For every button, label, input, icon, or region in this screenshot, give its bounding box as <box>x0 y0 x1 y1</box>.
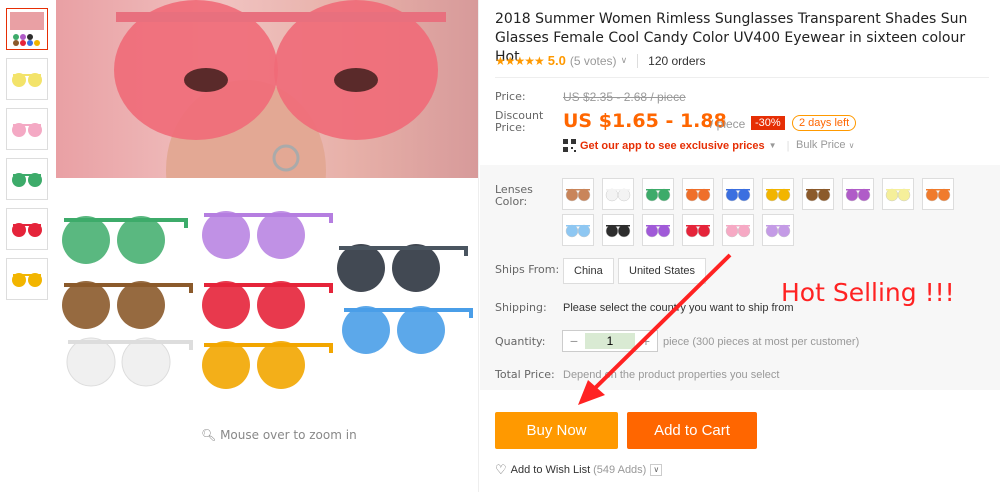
sunglasses-icon <box>885 188 911 202</box>
sunglasses-icon <box>765 188 791 202</box>
sunglasses-icon <box>725 224 751 238</box>
bulk-price-text[interactable]: Bulk Price <box>796 139 846 151</box>
sunglasses-orange-icon <box>12 273 42 287</box>
main-product-image[interactable]: 🔍︎ Mouse over to zoom in <box>56 0 478 450</box>
color-swatch-4[interactable] <box>682 178 714 210</box>
rating-row: ★★★★★ 5.0 (5 votes) ∨ 120 orders <box>495 53 706 68</box>
color-swatch-6[interactable] <box>762 178 794 210</box>
add-to-wish-list-link[interactable]: Add to Wish List <box>511 464 590 476</box>
color-swatch-16[interactable] <box>762 214 794 246</box>
thumbnail-5[interactable] <box>6 208 48 250</box>
magnifier-icon: 🔍︎ <box>201 428 217 442</box>
caret-down-icon: ▼ <box>768 141 777 150</box>
rating-score: 5.0 <box>547 53 566 68</box>
ships-from-label: Ships From: <box>495 263 560 276</box>
sunglasses-collage <box>62 211 473 389</box>
sunglasses-icon <box>605 188 631 202</box>
thumbnail-2[interactable] <box>6 58 48 100</box>
star-rating-icon: ★★★★★ <box>495 53 545 68</box>
zoom-hint-text: Mouse over to zoom in <box>220 428 357 442</box>
days-left-badge: 2 days left <box>792 115 857 131</box>
thumbnail-list <box>6 8 50 308</box>
thumbnail-4[interactable] <box>6 158 48 200</box>
color-swatch-15[interactable] <box>722 214 754 246</box>
wish-list[interactable]: ♡ Add to Wish List (549 Adds) ∨ <box>495 462 663 478</box>
chevron-down-icon[interactable]: ∨ <box>650 464 663 476</box>
color-swatch-list <box>562 178 982 246</box>
color-swatch-1[interactable] <box>562 178 594 210</box>
lenses-color-label: Lenses Color: <box>495 183 533 208</box>
sunglasses-icon <box>605 224 631 238</box>
discount-price: US $1.65 - 1.88 <box>563 110 727 132</box>
sunglasses-pink-icon <box>12 123 42 137</box>
sunglasses-icon <box>645 188 671 202</box>
thumbnail-1[interactable] <box>6 8 48 50</box>
buy-now-button[interactable]: Buy Now <box>495 412 618 449</box>
column-divider <box>478 0 479 492</box>
divider <box>495 77 989 78</box>
sunglasses-icon <box>925 188 951 202</box>
sunglasses-icon <box>565 224 591 238</box>
separator: | <box>786 139 790 152</box>
color-swatch-14[interactable] <box>682 214 714 246</box>
shipping-label: Shipping: <box>495 301 547 314</box>
discount-badge: -30% <box>751 116 785 130</box>
hot-selling-annotation: Hot Selling !!! <box>781 278 955 307</box>
quantity-label: Quantity: <box>495 335 546 348</box>
color-swatch-13[interactable] <box>642 214 674 246</box>
chevron-down-icon: ∨ <box>848 141 855 150</box>
sunglasses-icon <box>845 188 871 202</box>
sunglasses-icon <box>725 188 751 202</box>
app-promo-text[interactable]: Get our app to see exclusive prices <box>580 140 765 152</box>
separator <box>637 53 639 68</box>
bulk-price-link[interactable]: Bulk Price ∨ <box>796 139 854 151</box>
chevron-down-icon[interactable]: ∨ <box>621 55 628 66</box>
sunglasses-icon <box>765 224 791 238</box>
qr-code-icon <box>563 139 576 152</box>
sunglasses-icon <box>685 224 711 238</box>
original-price: US $2.35 - 2.68 / piece <box>563 90 686 104</box>
color-swatch-7[interactable] <box>802 178 834 210</box>
red-arrow-annotation <box>578 253 732 405</box>
discount-price-label: Discount Price: <box>495 109 544 134</box>
color-swatch-10[interactable] <box>922 178 954 210</box>
color-swatch-8[interactable] <box>842 178 874 210</box>
color-swatch-9[interactable] <box>882 178 914 210</box>
orders-count: 120 orders <box>648 53 706 68</box>
sunglasses-icon <box>685 188 711 202</box>
sunglasses-red-icon <box>12 223 42 237</box>
price-label: Price: <box>495 90 526 103</box>
color-swatch-2[interactable] <box>602 178 634 210</box>
heart-icon[interactable]: ♡ <box>495 462 507 478</box>
thumbnail-3[interactable] <box>6 108 48 150</box>
color-swatch-5[interactable] <box>722 178 754 210</box>
votes-link[interactable]: (5 votes) <box>570 54 617 68</box>
price-unit: / piece <box>710 117 746 131</box>
color-swatch-11[interactable] <box>562 214 594 246</box>
thumbnail-6[interactable] <box>6 258 48 300</box>
total-price-label: Total Price: <box>495 368 555 381</box>
wish-list-count: (549 Adds) <box>593 464 647 476</box>
color-swatch-12[interactable] <box>602 214 634 246</box>
app-promo[interactable]: Get our app to see exclusive prices ▼ | <box>563 139 789 152</box>
sunglasses-green-icon <box>12 173 42 187</box>
color-swatch-3[interactable] <box>642 178 674 210</box>
sunglasses-icon <box>645 224 671 238</box>
sunglasses-icon <box>565 188 591 202</box>
sunglasses-yellow-icon <box>12 73 42 87</box>
add-to-cart-button[interactable]: Add to Cart <box>627 412 757 449</box>
sunglasses-icon <box>805 188 831 202</box>
model-photo <box>56 0 478 178</box>
zoom-hint: 🔍︎ Mouse over to zoom in <box>201 428 357 442</box>
